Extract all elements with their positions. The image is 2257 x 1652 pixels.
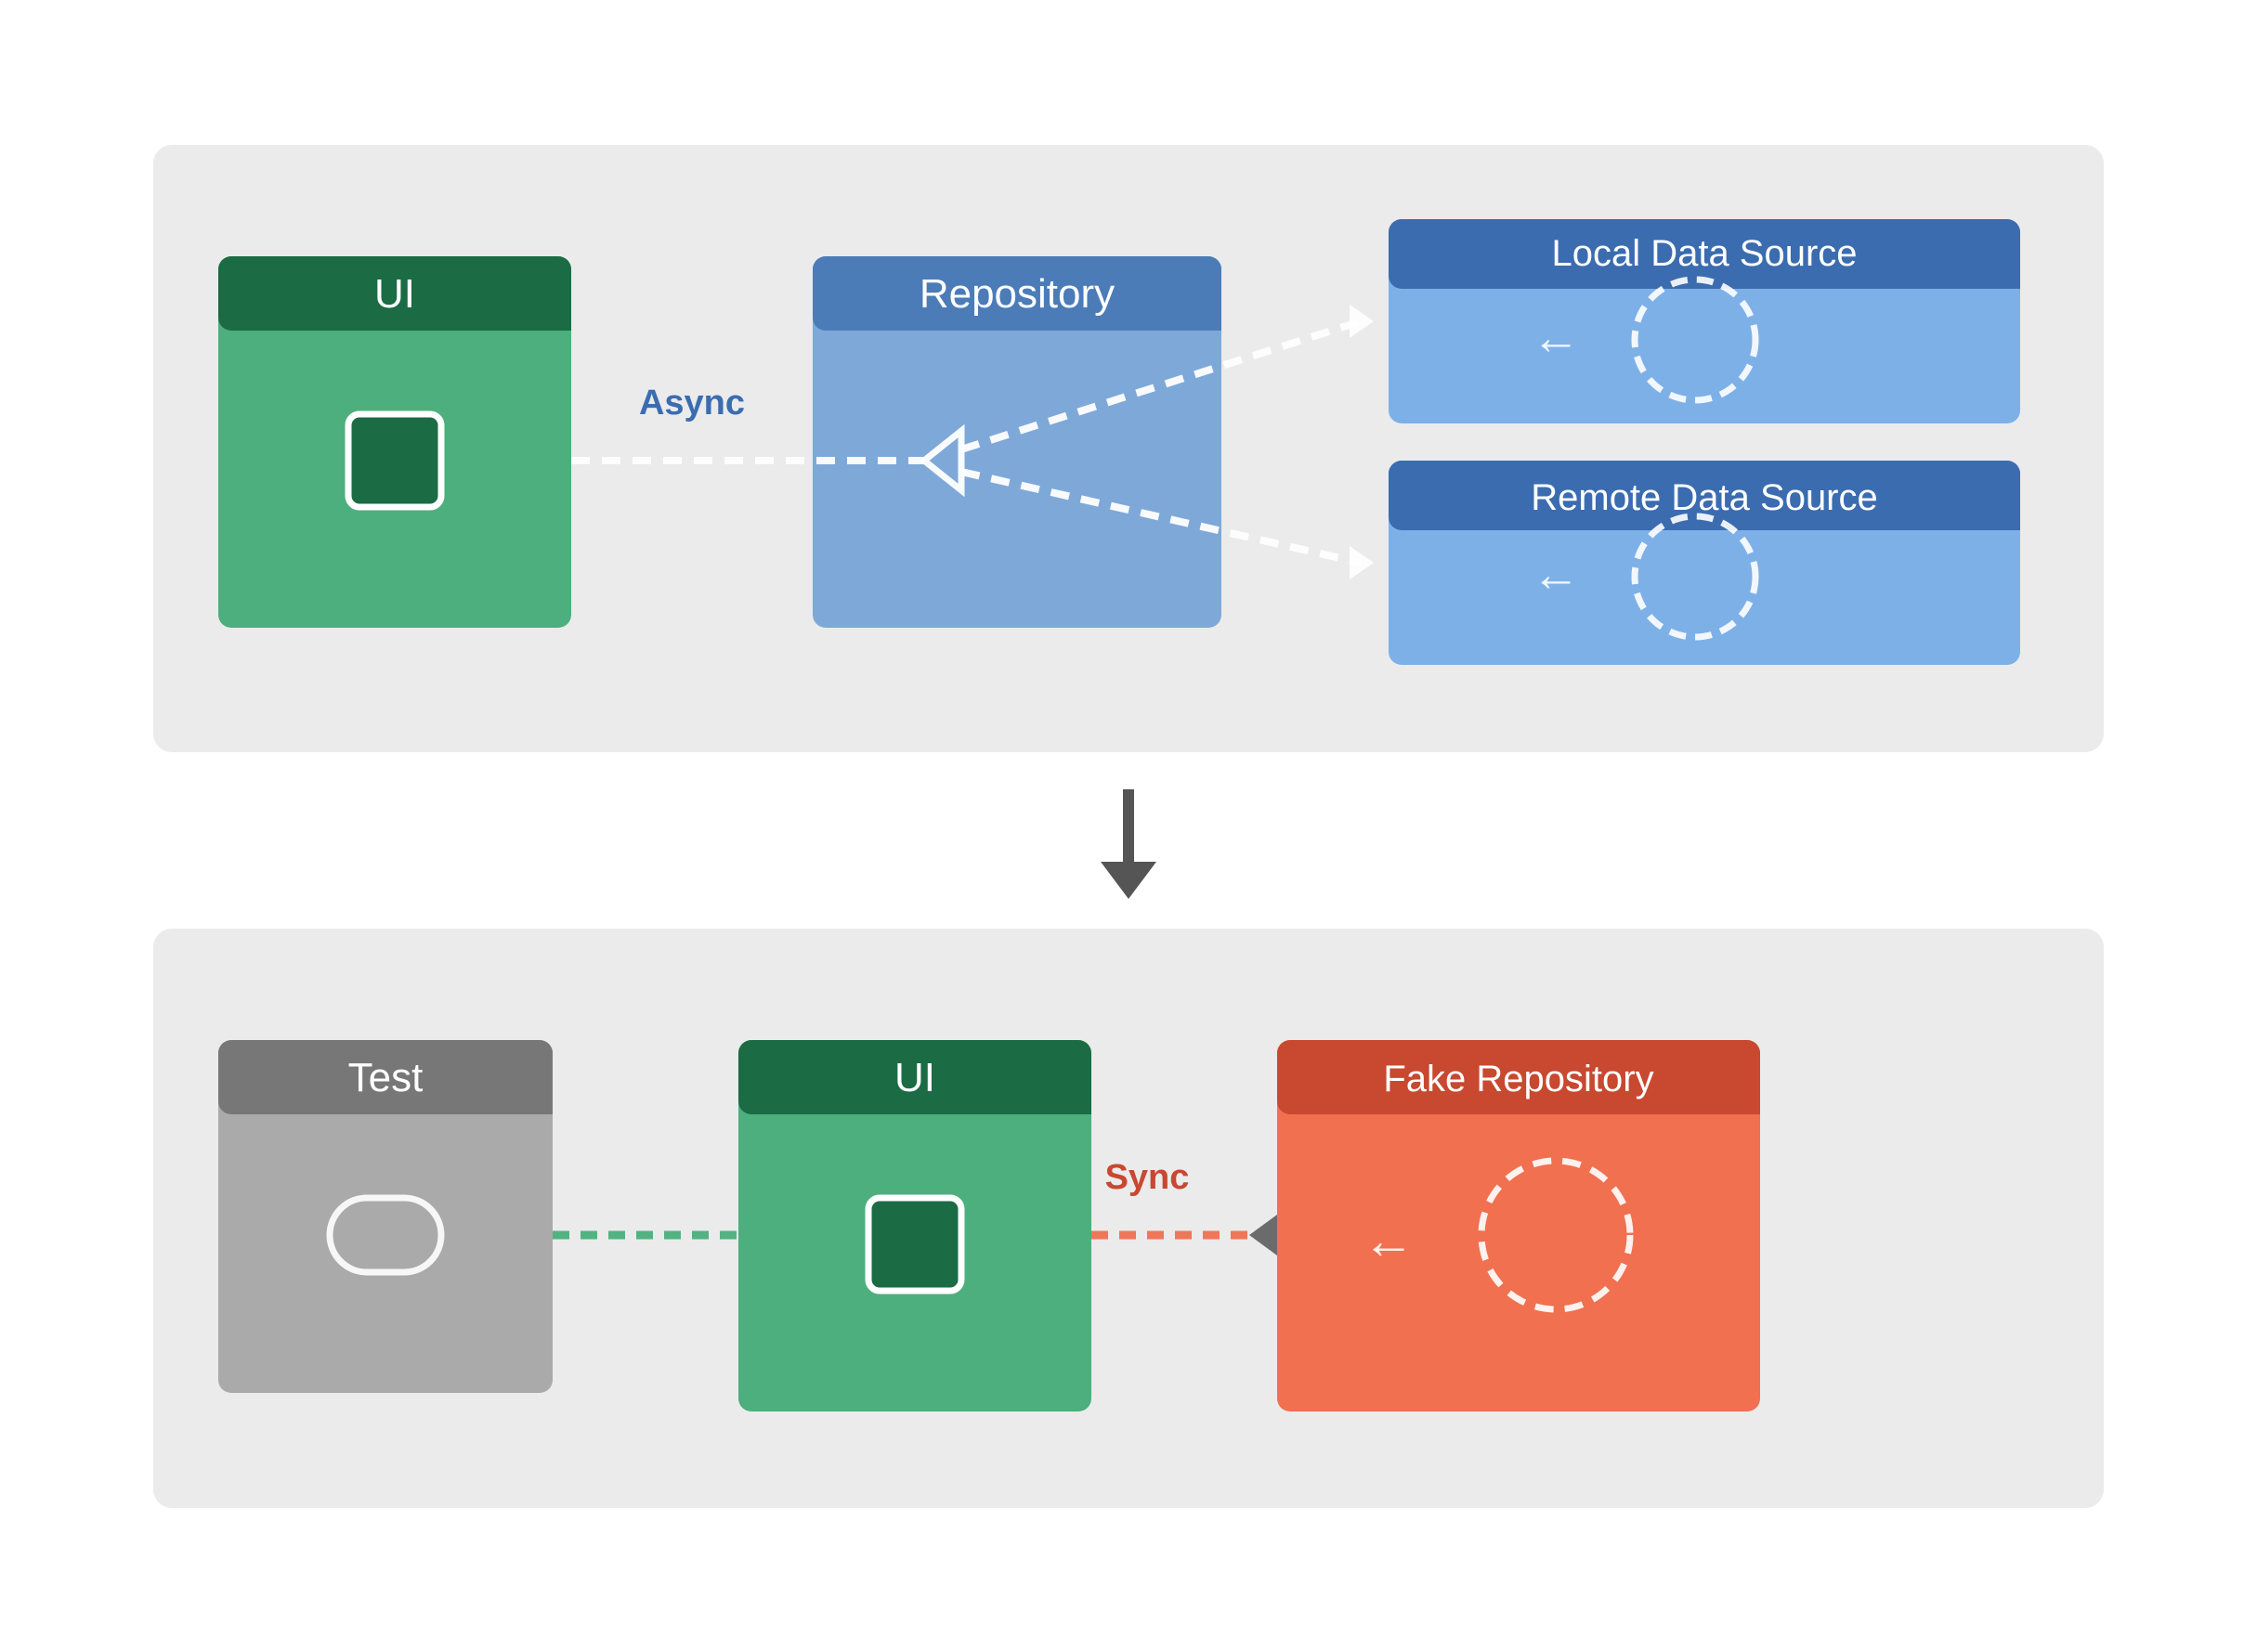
test-label-text: Test [348,1055,424,1100]
local-ds-arrow [1350,305,1374,338]
ui-label-text: UI [374,271,415,317]
fakerepo-label-text: Fake Repository [1383,1059,1653,1099]
repo-label-text: Repository [920,271,1115,317]
down-arrow-container [1096,789,1161,901]
fakerepo-arrow-head [1249,1215,1277,1255]
down-arrow-svg [1096,789,1161,901]
async-label-text: Async [639,384,745,423]
bottom-diagram-panel: Test UI Sync Fake Repository [153,929,2104,1508]
sync-label-text: Sync [1105,1158,1190,1197]
remote-ds-arrow [1350,546,1374,579]
down-arrow-head [1101,862,1156,899]
remote-ds-label-text: Remote Data Source [1531,477,1878,518]
local-ds-label-text: Local Data Source [1551,233,1857,274]
fakerepo-arrow-left-text: ← [1363,1211,1415,1269]
remote-ds-arrow-text: ← [1532,548,1580,602]
bottom-ui-inner-square [868,1198,961,1291]
top-diagram-panel: UI Repository Async [153,145,2104,752]
ui-inner-square [348,414,441,507]
top-diagram-svg: UI Repository Async [218,201,2039,683]
down-arrow-shaft [1123,789,1134,862]
bottom-ui-label-text: UI [894,1055,935,1100]
bottom-diagram-svg: Test UI Sync Fake Repository [218,984,2039,1439]
local-ds-arrow-text: ← [1532,311,1580,365]
